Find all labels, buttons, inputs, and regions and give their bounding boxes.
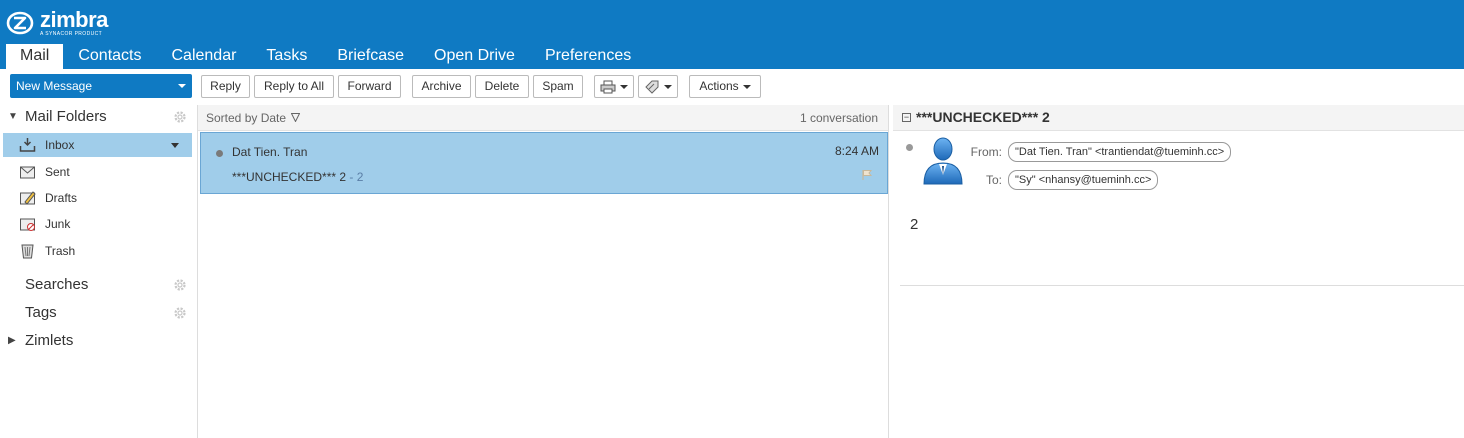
tag-dropdown-button[interactable] bbox=[638, 75, 678, 98]
new-message-label: New Message bbox=[16, 79, 93, 93]
new-message-button[interactable]: New Message bbox=[10, 74, 192, 98]
app-header: zimbra A SYNACOR PRODUCT Mail Contacts C… bbox=[0, 0, 1464, 69]
avatar bbox=[923, 137, 963, 185]
message-time: 8:24 AM bbox=[834, 144, 879, 158]
from-address[interactable]: "Dat Tien. Tran" <trantiendat@tueminh.cc… bbox=[1008, 142, 1232, 162]
sort-by-date-button[interactable]: Sorted by Date bbox=[206, 105, 286, 131]
tab-mail[interactable]: Mail bbox=[6, 44, 64, 69]
gear-icon[interactable] bbox=[173, 278, 187, 292]
unread-dot-icon[interactable] bbox=[216, 150, 223, 157]
trash-icon bbox=[21, 244, 34, 259]
spam-button[interactable]: Spam bbox=[533, 75, 583, 98]
brand-name: zimbra bbox=[40, 7, 108, 32]
tags-label: Tags bbox=[25, 304, 57, 321]
mail-toolbar: New Message Reply Reply to All Forward A… bbox=[0, 69, 1464, 105]
delete-button[interactable]: Delete bbox=[475, 75, 529, 98]
sidebar-item-drafts[interactable]: Drafts bbox=[3, 186, 192, 210]
conversation-count: 1 conversation bbox=[799, 111, 878, 125]
message-body: 2 bbox=[910, 216, 919, 233]
sidebar-item-trash[interactable]: Trash bbox=[3, 239, 192, 263]
mail-folders-label: Mail Folders bbox=[25, 108, 107, 125]
forward-button[interactable]: Forward bbox=[338, 75, 401, 98]
message-subject-line: ***UNCHECKED*** 2 - 2 bbox=[232, 170, 363, 184]
tab-open-drive[interactable]: Open Drive bbox=[419, 44, 530, 69]
chevron-down-icon[interactable] bbox=[171, 143, 179, 148]
zimbra-logo[interactable]: zimbra A SYNACOR PRODUCT bbox=[6, 9, 108, 37]
reply-button[interactable]: Reply bbox=[201, 75, 250, 98]
zimbra-logo-icon bbox=[6, 11, 34, 35]
sidebar-item-label: Sent bbox=[45, 165, 70, 179]
gear-icon[interactable] bbox=[173, 110, 187, 124]
to-label: To: bbox=[985, 173, 1002, 187]
sidebar-item-label: Trash bbox=[45, 244, 76, 258]
tab-calendar[interactable]: Calendar bbox=[156, 44, 251, 69]
tag-icon bbox=[645, 80, 659, 94]
sort-descending-icon[interactable] bbox=[291, 113, 300, 122]
chevron-down-icon bbox=[620, 84, 628, 89]
sidebar-item-inbox[interactable]: Inbox bbox=[3, 133, 192, 157]
searches-label: Searches bbox=[25, 276, 89, 293]
chevron-down-icon[interactable] bbox=[178, 84, 186, 88]
message-list: Sorted by Date 1 conversation Dat Tien. … bbox=[197, 105, 889, 438]
sidebar-item-label: Drafts bbox=[45, 191, 78, 205]
to-address[interactable]: "Sy" <nhansy@tueminh.cc> bbox=[1008, 170, 1159, 190]
sidebar-item-junk[interactable]: Junk bbox=[3, 212, 192, 236]
collapse-triangle-icon[interactable]: ▼ bbox=[8, 105, 18, 129]
message-title: ***UNCHECKED*** 2 bbox=[916, 109, 1050, 125]
print-dropdown-button[interactable] bbox=[594, 75, 634, 98]
tab-preferences[interactable]: Preferences bbox=[530, 44, 646, 69]
read-status-dot-icon[interactable] bbox=[906, 144, 913, 151]
zimlets-header[interactable]: ▶ Zimlets bbox=[0, 329, 197, 353]
flag-icon[interactable] bbox=[861, 169, 873, 181]
message-sender: Dat Tien. Tran bbox=[232, 145, 308, 159]
message-subject: ***UNCHECKED*** 2 bbox=[232, 170, 347, 184]
divider bbox=[900, 285, 1464, 286]
expand-triangle-icon[interactable]: ▶ bbox=[8, 329, 16, 353]
tags-header[interactable]: Tags bbox=[0, 301, 197, 325]
junk-icon bbox=[20, 218, 35, 231]
actions-label: Actions bbox=[699, 79, 739, 93]
message-fragment: - 2 bbox=[346, 170, 364, 184]
mail-folders-header[interactable]: ▼ Mail Folders bbox=[0, 105, 197, 129]
sidebar-item-label: Inbox bbox=[45, 138, 75, 152]
sent-icon bbox=[20, 166, 35, 179]
sidebar-item-sent[interactable]: Sent bbox=[3, 160, 192, 184]
list-header: Sorted by Date 1 conversation bbox=[198, 105, 888, 131]
collapse-icon[interactable]: − bbox=[902, 113, 911, 122]
actions-button[interactable]: Actions bbox=[689, 75, 761, 98]
gear-icon[interactable] bbox=[173, 306, 187, 320]
from-label: From: bbox=[970, 145, 1002, 159]
tab-briefcase[interactable]: Briefcase bbox=[322, 44, 419, 69]
sidebar-item-label: Junk bbox=[45, 217, 71, 231]
reply-all-button[interactable]: Reply to All bbox=[254, 75, 334, 98]
chevron-down-icon bbox=[742, 84, 751, 89]
reading-pane-header: − ***UNCHECKED*** 2 bbox=[893, 105, 1464, 131]
list-item[interactable]: Dat Tien. Tran 8:24 AM ***UNCHECKED*** 2… bbox=[200, 132, 888, 194]
chevron-down-icon bbox=[664, 84, 672, 89]
searches-header[interactable]: Searches bbox=[0, 273, 197, 297]
inbox-icon bbox=[19, 138, 36, 152]
brand-tagline: A SYNACOR PRODUCT bbox=[40, 31, 103, 37]
tab-tasks[interactable]: Tasks bbox=[251, 44, 322, 69]
archive-button[interactable]: Archive bbox=[412, 75, 471, 98]
print-icon bbox=[600, 80, 616, 94]
folder-sidebar: ▼ Mail Folders Inbox Sent Drafts Junk Tr… bbox=[0, 105, 197, 438]
tab-contacts[interactable]: Contacts bbox=[63, 44, 156, 69]
app-tab-bar: Mail Contacts Calendar Tasks Briefcase O… bbox=[6, 44, 646, 69]
reading-pane: − ***UNCHECKED*** 2 From: "Dat Tien. Tra… bbox=[893, 105, 1464, 438]
zimlets-label: Zimlets bbox=[25, 332, 74, 349]
drafts-icon bbox=[20, 191, 36, 205]
